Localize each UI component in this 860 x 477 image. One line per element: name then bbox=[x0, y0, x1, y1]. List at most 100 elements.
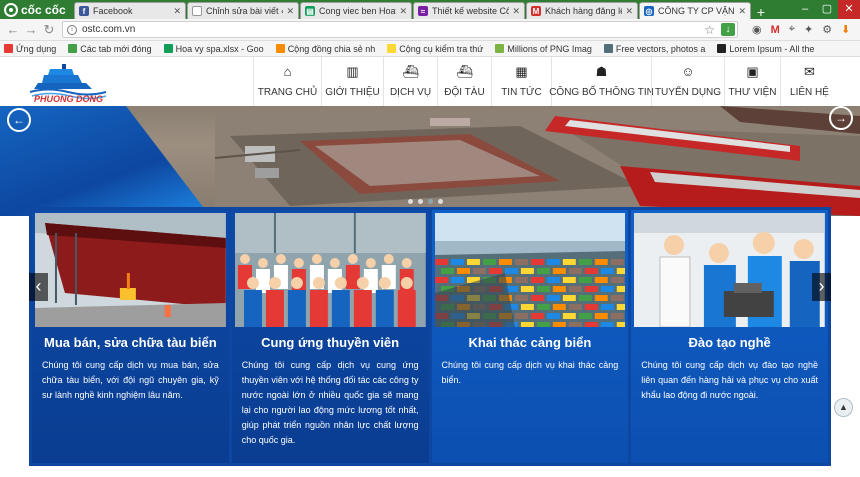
service-title[interactable]: Khai thác cảng biển bbox=[432, 335, 629, 350]
nav-item[interactable]: ⛴ Dịch vụ bbox=[383, 57, 437, 106]
bookmark-item[interactable]: Millions of PNG Imag bbox=[495, 44, 592, 54]
slider-dot[interactable] bbox=[438, 199, 443, 204]
nav-item[interactable]: ⌂ Trang chủ bbox=[253, 57, 321, 106]
bookmark-item[interactable]: Hoa vy spa.xlsx - Goo bbox=[163, 43, 264, 54]
service-card[interactable]: Mua bán, sửa chữa tàu biển Chúng tôi cung… bbox=[32, 210, 229, 463]
browser-tab[interactable]: ▤ Cong viec ben Hoavy ✕ bbox=[300, 2, 412, 19]
scroll-to-top-button[interactable]: ▲ bbox=[834, 398, 853, 417]
close-tab-icon[interactable]: ✕ bbox=[173, 6, 181, 17]
bookmark-label: Cộng cụ kiểm tra thứ bbox=[399, 43, 484, 54]
service-title[interactable]: Đào tạo nghề bbox=[631, 335, 828, 350]
browser-tab-title: Khách hàng đăng lên bbox=[545, 6, 623, 16]
browser-tab[interactable]: Chỉnh sửa bài viết ‹ T ✕ bbox=[187, 2, 299, 19]
service-title[interactable]: Mua bán, sửa chữa tàu biển bbox=[32, 335, 229, 350]
site-header: PHUONG DONG ⌂ Trang chủ ▥ Giới thiệu ⛴ Dịch v… bbox=[0, 57, 860, 106]
slider-dot[interactable] bbox=[418, 199, 423, 204]
slider-pagination bbox=[408, 199, 443, 204]
download-icon[interactable]: ↓ bbox=[721, 23, 735, 36]
chat-icon: ✉ bbox=[804, 64, 815, 79]
reload-icon[interactable]: ↻ bbox=[40, 22, 58, 38]
settings-icon[interactable]: ⚙ bbox=[822, 23, 832, 36]
bookmark-label: Ứng dụng bbox=[16, 43, 57, 54]
back-icon[interactable]: ← bbox=[4, 22, 22, 37]
service-card[interactable]: Khai thác cảng biển Chúng tôi cung cấp dị… bbox=[431, 210, 629, 463]
slider-prev-button[interactable]: ← bbox=[7, 108, 31, 132]
nav-item[interactable]: ▦ Tin tức bbox=[491, 57, 551, 106]
seaport-photo[interactable] bbox=[434, 213, 626, 327]
nav-item[interactable]: ▥ Giới thiệu bbox=[321, 57, 383, 106]
bookmark-label: Lorem Ipsum - All the bbox=[729, 43, 815, 54]
nav-item-label: Công bố thông tin bbox=[549, 87, 654, 98]
crew-photo[interactable] bbox=[234, 213, 426, 327]
browser-tab[interactable]: ≈ Thiết kế website Côn ✕ bbox=[413, 2, 525, 19]
main-navigation: ⌂ Trang chủ ▥ Giới thiệu ⛴ Dịch vụ ⛴ Đội tàu ▦ Ti… bbox=[253, 57, 838, 106]
bookmark-item[interactable]: Các tab mới đóng bbox=[68, 44, 152, 54]
close-tab-icon[interactable]: ✕ bbox=[738, 6, 746, 17]
coccoc-logo-icon bbox=[4, 2, 18, 17]
nav-item[interactable]: ✉ Liên hệ bbox=[780, 57, 838, 106]
new-tab-button[interactable]: + bbox=[752, 5, 770, 19]
browser-tab-title: Thiết kế website Côn bbox=[432, 6, 510, 16]
url-input[interactable]: i ostc.com.vn ☆ ↓ bbox=[62, 21, 738, 38]
maximize-icon[interactable]: ▢ bbox=[816, 0, 838, 19]
bookmark-star-icon[interactable]: ☆ bbox=[704, 23, 715, 37]
address-bar: ← → ↻ i ostc.com.vn ☆ ↓ ◉ M ⌖ ✦ ⚙ ⬇ bbox=[0, 19, 860, 41]
nav-item-label: Tuyển dụng bbox=[654, 87, 722, 98]
book-icon: ▥ bbox=[346, 64, 359, 79]
service-title[interactable]: Cung ứng thuyền viên bbox=[232, 335, 429, 350]
bookmark-item[interactable]: Free vectors, photos a bbox=[603, 44, 705, 54]
close-tab-icon[interactable]: ✕ bbox=[286, 6, 294, 17]
slider-dot[interactable] bbox=[428, 199, 433, 204]
bookmark-item[interactable]: Cộng cụ kiểm tra thứ bbox=[387, 44, 483, 54]
slider-next-button[interactable]: → bbox=[829, 106, 853, 130]
close-tab-icon[interactable]: ✕ bbox=[625, 6, 633, 17]
browser-tab[interactable]: M Khách hàng đăng lên ✕ bbox=[526, 2, 638, 19]
nav-item[interactable]: ☺ Tuyển dụng bbox=[651, 57, 724, 106]
bookmark-label: Cộng đồng chia sẻ nh bbox=[287, 43, 376, 54]
nav-item[interactable]: ⛴ Đội tàu bbox=[437, 57, 491, 106]
browser-tab[interactable]: ◎ CÔNG TY CP VẬN TẢI✕ bbox=[639, 2, 751, 19]
profile-download-icon[interactable]: ⬇ bbox=[841, 23, 850, 36]
nav-item-label: Liên hệ bbox=[790, 87, 829, 98]
forward-icon[interactable]: → bbox=[22, 22, 40, 37]
service-card[interactable]: Đào tạo nghề Chúng tôi cung cấp dịch vụ đ… bbox=[631, 210, 828, 463]
window-controls: – ▢ ✕ bbox=[794, 0, 860, 19]
site-icon: ◎ bbox=[644, 6, 654, 16]
location-icon[interactable]: ⌖ bbox=[789, 23, 795, 36]
page-info-icon[interactable]: i bbox=[67, 24, 77, 35]
sheets-icon: ▤ bbox=[305, 6, 315, 16]
close-tab-icon[interactable]: ✕ bbox=[512, 6, 520, 17]
ship-icon: ⛴ bbox=[402, 64, 419, 79]
close-window-icon[interactable]: ✕ bbox=[838, 0, 860, 19]
ship-repair-photo[interactable] bbox=[35, 213, 226, 327]
document-icon bbox=[192, 6, 202, 16]
nav-item[interactable]: ☗ Công bố thông tin bbox=[549, 57, 654, 106]
service-description: Chúng tôi cung cấp dịch vụ đào tạo nghề … bbox=[641, 360, 818, 400]
service-card[interactable]: Cung ứng thuyền viên Chúng tôi cung cấp d… bbox=[231, 210, 429, 463]
slider-dot[interactable] bbox=[408, 199, 413, 204]
bookmark-label: Millions of PNG Imag bbox=[507, 43, 592, 54]
browser-tab-title: Facebook bbox=[93, 6, 133, 16]
bookmark-item[interactable]: Lorem Ipsum - All the bbox=[717, 44, 814, 54]
close-tab-icon[interactable]: ✕ bbox=[399, 6, 407, 17]
bookmark-icon bbox=[4, 44, 13, 53]
services-next-button[interactable]: › bbox=[812, 273, 831, 301]
bookmark-icon bbox=[603, 44, 613, 53]
bookmark-label: Hoa vy spa.xlsx - Goo bbox=[175, 43, 264, 54]
browser-tab-title: CÔNG TY CP VẬN TẢI bbox=[658, 6, 735, 16]
group-icon: ☗ bbox=[595, 64, 608, 79]
extension-icon[interactable]: ◉ bbox=[752, 23, 762, 36]
url-text: ostc.com.vn bbox=[82, 24, 136, 35]
bookmark-item[interactable]: Cộng đồng chia sẻ nh bbox=[275, 43, 376, 54]
lightbulb-icon[interactable]: ✦ bbox=[804, 23, 813, 36]
training-photo[interactable] bbox=[634, 213, 825, 327]
gmail-extension-icon[interactable]: M bbox=[771, 24, 780, 36]
services-prev-button[interactable]: ‹ bbox=[29, 273, 48, 301]
browser-tab-title: Chỉnh sửa bài viết ‹ T bbox=[206, 6, 284, 16]
nav-item[interactable]: ▣ Thư viện bbox=[724, 57, 780, 106]
bookmark-item[interactable]: Ứng dụng bbox=[4, 44, 56, 54]
minimize-icon[interactable]: – bbox=[794, 0, 816, 19]
browser-tab[interactable]: f Facebook ✕ bbox=[74, 2, 186, 19]
bookmark-icon bbox=[275, 44, 285, 53]
browser-brand[interactable]: cốc cốc bbox=[0, 0, 74, 19]
